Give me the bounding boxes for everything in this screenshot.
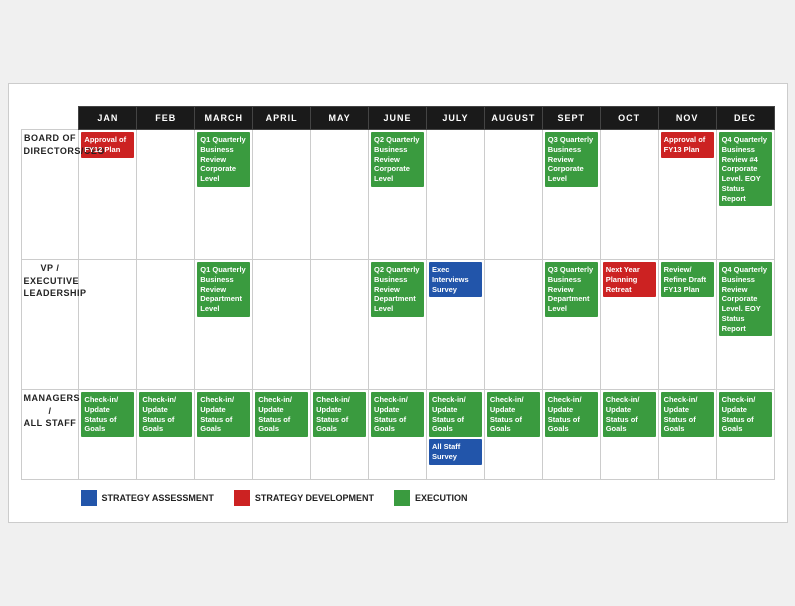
legend: STRATEGY ASSESSMENT STRATEGY DEVELOPMENT E… <box>21 490 775 506</box>
cell-april-row1 <box>253 260 311 390</box>
cell-april-row2: Check-in/ Update Status of Goals <box>253 390 311 480</box>
event-block: Next Year Planning Retreat <box>603 262 656 297</box>
event-block: Check-in/ Update Status of Goals <box>545 392 598 437</box>
legend-color-box <box>234 490 250 506</box>
cell-dec-row1: Q4 Quarterly Business Review Corporate L… <box>716 260 774 390</box>
event-block: Check-in/ Update Status of Goals <box>313 392 366 437</box>
cell-august-row1 <box>484 260 542 390</box>
event-block: Check-in/ Update Status of Goals <box>603 392 656 437</box>
cell-sept-row0: Q3 Quarterly Business Review Corporate L… <box>542 130 600 260</box>
table-row: BOARD OFDIRECTORS/CEOApproval of FY12 Pl… <box>21 130 774 260</box>
cell-may-row2: Check-in/ Update Status of Goals <box>311 390 369 480</box>
cell-april-row0 <box>253 130 311 260</box>
cell-oct-row0 <box>600 130 658 260</box>
event-block: Check-in/ Update Status of Goals <box>429 392 482 437</box>
cell-march-row1: Q1 Quarterly Business Review Department … <box>195 260 253 390</box>
cell-oct-row1: Next Year Planning Retreat <box>600 260 658 390</box>
legend-item-blue: STRATEGY ASSESSMENT <box>81 490 214 506</box>
header-label-cell <box>21 107 79 130</box>
legend-item-green: EXECUTION <box>394 490 468 506</box>
event-block: Exec Interviews Survey <box>429 262 482 297</box>
cell-jan-row2: Check-in/ Update Status of Goals <box>79 390 137 480</box>
cell-july-row2: Check-in/ Update Status of GoalsAll Staf… <box>426 390 484 480</box>
cell-feb-row1 <box>137 260 195 390</box>
event-block: Check-in/ Update Status of Goals <box>197 392 250 437</box>
event-block: All Staff Survey <box>429 439 482 465</box>
cell-may-row1 <box>311 260 369 390</box>
legend-label: STRATEGY DEVELOPMENT <box>255 493 374 503</box>
cell-feb-row2: Check-in/ Update Status of Goals <box>137 390 195 480</box>
cell-jan-row1 <box>79 260 137 390</box>
month-header-jan: JAN <box>79 107 137 130</box>
row-label-1: VP / EXECUTIVELEADERSHIP <box>21 260 79 390</box>
event-block: Approval of FY12 Plan <box>81 132 134 158</box>
month-header-july: JULY <box>426 107 484 130</box>
event-block: Q3 Quarterly Business Review Corporate L… <box>545 132 598 187</box>
cell-sept-row1: Q3 Quarterly Business Review Department … <box>542 260 600 390</box>
cell-dec-row0: Q4 Quarterly Business Review #4 Corporat… <box>716 130 774 260</box>
event-block: Check-in/ Update Status of Goals <box>719 392 772 437</box>
event-block: Check-in/ Update Status of Goals <box>487 392 540 437</box>
event-block: Q2 Quarterly Business Review Corporate L… <box>371 132 424 187</box>
event-block: Q1 Quarterly Business Review Department … <box>197 262 250 317</box>
calendar-table: JANFEBMARCHAPRILMAYJUNEJULYAUGUSTSEPTOCT… <box>21 106 775 480</box>
row-label-2: MANAGERS /ALL STAFF <box>21 390 79 480</box>
cell-nov-row0: Approval of FY13 Plan <box>658 130 716 260</box>
event-block: Q4 Quarterly Business Review #4 Corporat… <box>719 132 772 206</box>
event-block: Approval of FY13 Plan <box>661 132 714 158</box>
legend-label: STRATEGY ASSESSMENT <box>102 493 214 503</box>
month-header-april: APRIL <box>253 107 311 130</box>
cell-nov-row2: Check-in/ Update Status of Goals <box>658 390 716 480</box>
planning-calendar-container: JANFEBMARCHAPRILMAYJUNEJULYAUGUSTSEPTOCT… <box>8 83 788 523</box>
legend-item-red: STRATEGY DEVELOPMENT <box>234 490 374 506</box>
month-header-may: MAY <box>311 107 369 130</box>
cell-feb-row0 <box>137 130 195 260</box>
event-block: Check-in/ Update Status of Goals <box>661 392 714 437</box>
month-header-nov: NOV <box>658 107 716 130</box>
event-block: Check-in/ Update Status of Goals <box>81 392 134 437</box>
legend-color-box <box>81 490 97 506</box>
cell-march-row0: Q1 Quarterly Business Review Corporate L… <box>195 130 253 260</box>
cell-march-row2: Check-in/ Update Status of Goals <box>195 390 253 480</box>
event-block: Check-in/ Update Status of Goals <box>139 392 192 437</box>
cell-august-row2: Check-in/ Update Status of Goals <box>484 390 542 480</box>
event-block: Q4 Quarterly Business Review Corporate L… <box>719 262 772 336</box>
month-header-june: JUNE <box>369 107 427 130</box>
cell-dec-row2: Check-in/ Update Status of Goals <box>716 390 774 480</box>
cell-jan-row0: Approval of FY12 Plan <box>79 130 137 260</box>
cell-june-row0: Q2 Quarterly Business Review Corporate L… <box>369 130 427 260</box>
legend-color-box <box>394 490 410 506</box>
cell-nov-row1: Review/ Refine Draft FY13 Plan <box>658 260 716 390</box>
month-header-sept: SEPT <box>542 107 600 130</box>
table-row: VP / EXECUTIVELEADERSHIP Q1 Quarterly Bus… <box>21 260 774 390</box>
month-header-dec: DEC <box>716 107 774 130</box>
cell-august-row0 <box>484 130 542 260</box>
event-block: Check-in/ Update Status of Goals <box>371 392 424 437</box>
month-header-march: MARCH <box>195 107 253 130</box>
cell-june-row2: Check-in/ Update Status of Goals <box>369 390 427 480</box>
cell-june-row1: Q2 Quarterly Business Review Department … <box>369 260 427 390</box>
event-block: Check-in/ Update Status of Goals <box>255 392 308 437</box>
cell-sept-row2: Check-in/ Update Status of Goals <box>542 390 600 480</box>
cell-july-row0 <box>426 130 484 260</box>
cell-oct-row2: Check-in/ Update Status of Goals <box>600 390 658 480</box>
legend-label: EXECUTION <box>415 493 468 503</box>
month-header-feb: FEB <box>137 107 195 130</box>
event-block: Review/ Refine Draft FY13 Plan <box>661 262 714 297</box>
month-header-august: AUGUST <box>484 107 542 130</box>
row-label-0: BOARD OFDIRECTORS/CEO <box>21 130 79 260</box>
month-header-oct: OCT <box>600 107 658 130</box>
cell-may-row0 <box>311 130 369 260</box>
event-block: Q1 Quarterly Business Review Corporate L… <box>197 132 250 187</box>
table-row: MANAGERS /ALL STAFFCheck-in/ Update Stat… <box>21 390 774 480</box>
event-block: Q2 Quarterly Business Review Department … <box>371 262 424 317</box>
cell-july-row1: Exec Interviews Survey <box>426 260 484 390</box>
event-block: Q3 Quarterly Business Review Department … <box>545 262 598 317</box>
